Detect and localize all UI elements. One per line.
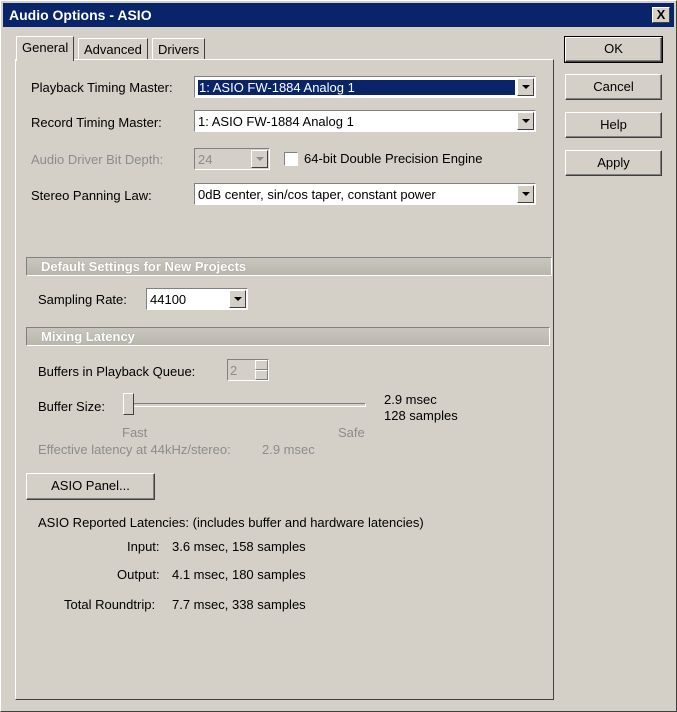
tab-advanced[interactable]: Advanced [78, 38, 148, 60]
window-title: Audio Options - ASIO [9, 7, 152, 23]
buffers-in-queue-label: Buffers in Playback Queue: [38, 364, 196, 379]
buffer-size-msec: 2.9 msec [384, 392, 437, 407]
spin-down-icon[interactable] [255, 370, 268, 380]
double-precision-label[interactable]: 64-bit Double Precision Engine [304, 151, 483, 166]
safe-label: Safe [338, 425, 365, 440]
record-timing-master-value: 1: ASIO FW-1884 Analog 1 [198, 114, 354, 129]
effective-latency-value: 2.9 msec [262, 442, 315, 457]
output-latency-value: 4.1 msec, 180 samples [172, 567, 306, 582]
spin-up-icon[interactable] [255, 360, 268, 370]
title-bar[interactable]: Audio Options - ASIO X [3, 3, 674, 27]
chevron-down-icon[interactable] [517, 78, 534, 96]
buffers-in-queue-spinner[interactable]: 2 [227, 359, 269, 381]
audio-options-window: Audio Options - ASIO X General Advanced … [0, 0, 677, 712]
double-precision-checkbox[interactable] [284, 152, 298, 166]
output-latency-label: Output: [117, 567, 160, 582]
tab-general[interactable]: General [16, 36, 75, 61]
tab-drivers[interactable]: Drivers [152, 38, 206, 60]
buffer-size-samples: 128 samples [384, 408, 458, 423]
ok-button[interactable]: OK [564, 36, 663, 63]
bit-depth-select[interactable]: 24 [194, 148, 270, 170]
stereo-panning-law-label: Stereo Panning Law: [31, 188, 152, 203]
sampling-rate-label: Sampling Rate: [38, 292, 127, 307]
chevron-down-icon[interactable] [517, 185, 534, 203]
asio-panel-button[interactable]: ASIO Panel... [26, 473, 155, 500]
effective-latency-label: Effective latency at 44kHz/stereo: [38, 442, 231, 457]
cancel-button[interactable]: Cancel [565, 74, 662, 100]
stereo-panning-law-value: 0dB center, sin/cos taper, constant powe… [198, 187, 436, 202]
buffer-size-label: Buffer Size: [38, 399, 105, 414]
general-panel: Playback Timing Master: 1: ASIO FW-1884 … [15, 59, 554, 700]
buffer-size-slider-track[interactable] [126, 403, 366, 407]
playback-timing-master-label: Playback Timing Master: [31, 80, 173, 95]
buffer-size-slider-thumb[interactable] [123, 393, 134, 415]
stereo-panning-law-select[interactable]: 0dB center, sin/cos taper, constant powe… [194, 183, 536, 205]
sampling-rate-value: 44100 [150, 292, 187, 307]
roundtrip-latency-label: Total Roundtrip: [64, 597, 156, 612]
bit-depth-value: 24 [198, 152, 213, 167]
help-button[interactable]: Help [565, 112, 662, 138]
chevron-down-icon[interactable] [251, 150, 268, 168]
input-latency-label: Input: [127, 539, 160, 554]
bit-depth-label: Audio Driver Bit Depth: [31, 152, 164, 167]
buffers-in-queue-value: 2 [230, 363, 238, 378]
record-timing-master-select[interactable]: 1: ASIO FW-1884 Analog 1 [194, 110, 536, 132]
roundtrip-latency-value: 7.7 msec, 338 samples [172, 597, 306, 612]
chevron-down-icon[interactable] [517, 112, 534, 130]
default-settings-heading: Default Settings for New Projects [26, 257, 552, 276]
reported-latencies-heading: ASIO Reported Latencies: (includes buffe… [38, 515, 424, 530]
record-timing-master-label: Record Timing Master: [31, 115, 162, 130]
apply-button[interactable]: Apply [565, 150, 662, 176]
close-button[interactable]: X [652, 7, 670, 23]
playback-timing-master-value: 1: ASIO FW-1884 Analog 1 [198, 80, 515, 95]
playback-timing-master-select[interactable]: 1: ASIO FW-1884 Analog 1 [194, 76, 536, 98]
fast-label: Fast [122, 425, 148, 440]
input-latency-value: 3.6 msec, 158 samples [172, 539, 306, 554]
chevron-down-icon[interactable] [229, 290, 246, 308]
sampling-rate-select[interactable]: 44100 [146, 288, 248, 310]
mixing-latency-heading: Mixing Latency [26, 327, 550, 346]
